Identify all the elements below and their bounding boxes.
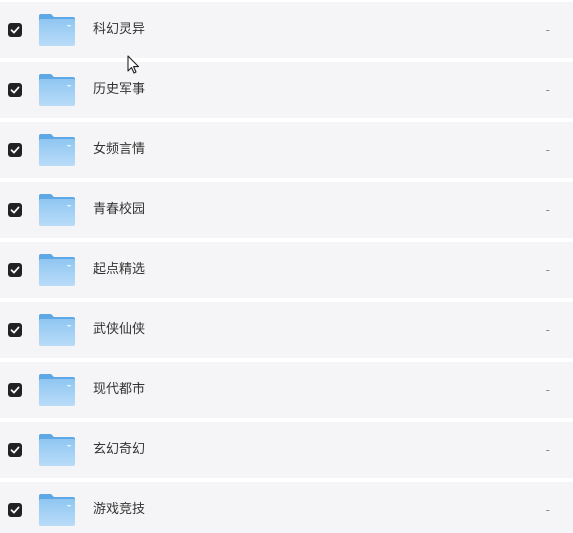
- file-row[interactable]: 游戏竞技 -: [0, 482, 573, 533]
- file-size: -: [545, 143, 550, 157]
- folder-icon: [39, 194, 75, 226]
- file-row[interactable]: 武侠仙侠 -: [0, 302, 573, 358]
- file-size: -: [545, 323, 550, 337]
- folder-name[interactable]: 女频言情: [93, 122, 145, 178]
- file-size: -: [545, 263, 550, 277]
- folder-icon: [39, 314, 75, 346]
- checkbox-checked-icon[interactable]: [8, 143, 22, 157]
- checkbox-checked-icon[interactable]: [8, 443, 22, 457]
- checkbox-checked-icon[interactable]: [8, 203, 22, 217]
- file-list: 科幻灵异 - 历史军事 - 女频言情 - 青春校园 - 起点精选 - 武侠仙侠 - 现代都市 - 玄幻奇幻 -…: [0, 0, 573, 533]
- file-row[interactable]: 历史军事 -: [0, 62, 573, 118]
- checkbox-checked-icon[interactable]: [8, 23, 22, 37]
- folder-name[interactable]: 科幻灵异: [93, 2, 145, 58]
- folder-name[interactable]: 游戏竞技: [93, 482, 145, 533]
- file-row[interactable]: 青春校园 -: [0, 182, 573, 238]
- file-size: -: [545, 23, 550, 37]
- folder-icon: [39, 134, 75, 166]
- folder-icon: [39, 74, 75, 106]
- file-row[interactable]: 玄幻奇幻 -: [0, 422, 573, 478]
- file-row[interactable]: 现代都市 -: [0, 362, 573, 418]
- file-size: -: [545, 203, 550, 217]
- file-size: -: [545, 503, 550, 517]
- checkbox-checked-icon[interactable]: [8, 323, 22, 337]
- file-row[interactable]: 科幻灵异 -: [0, 2, 573, 58]
- folder-icon: [39, 494, 75, 526]
- folder-name[interactable]: 起点精选: [93, 242, 145, 298]
- folder-name[interactable]: 武侠仙侠: [93, 302, 145, 358]
- file-size: -: [545, 383, 550, 397]
- folder-icon: [39, 14, 75, 46]
- checkbox-checked-icon[interactable]: [8, 503, 22, 517]
- folder-icon: [39, 374, 75, 406]
- file-row[interactable]: 起点精选 -: [0, 242, 573, 298]
- folder-name[interactable]: 玄幻奇幻: [93, 422, 145, 478]
- checkbox-checked-icon[interactable]: [8, 263, 22, 277]
- folder-name[interactable]: 历史军事: [93, 62, 145, 118]
- folder-name[interactable]: 青春校园: [93, 182, 145, 238]
- folder-icon: [39, 254, 75, 286]
- checkbox-checked-icon[interactable]: [8, 83, 22, 97]
- folder-name[interactable]: 现代都市: [93, 362, 145, 418]
- file-size: -: [545, 443, 550, 457]
- folder-icon: [39, 434, 75, 466]
- file-size: -: [545, 83, 550, 97]
- checkbox-checked-icon[interactable]: [8, 383, 22, 397]
- file-row[interactable]: 女频言情 -: [0, 122, 573, 178]
